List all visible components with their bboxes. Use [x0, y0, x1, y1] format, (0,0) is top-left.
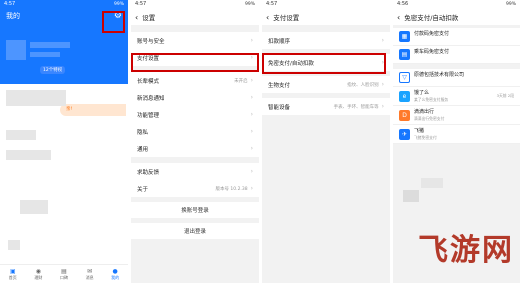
list-item[interactable]: D 滴滴出行 滴滴出行免密支付 — [393, 106, 520, 125]
didi-icon: D — [399, 109, 410, 121]
screenshot-root: 4:57 99% 我的 ⚙ 12个特权 亲! ▣ 首页 ◉ 理财 ▤ 口碑 ✉ … — [0, 0, 520, 283]
tab-home[interactable]: ▣ 首页 — [9, 268, 17, 281]
nav-bar: ‹ 免密支付/自动扣款 — [393, 9, 520, 25]
panel-my-page: 4:57 99% 我的 ⚙ 12个特权 亲! ▣ 首页 ◉ 理财 ▤ 口碑 ✉ … — [0, 0, 128, 283]
chevron-right-icon: › — [250, 94, 253, 101]
status-bar: 4:57 99% — [0, 0, 128, 9]
status-bar: 4:56 99% — [393, 0, 520, 9]
tab-messages[interactable]: ✉ 消息 — [86, 268, 94, 281]
fliggy-icon: ✈ — [399, 128, 410, 140]
list-item[interactable]: ✈ 飞猪 飞猪免密支付 — [393, 125, 520, 144]
settings-item-features[interactable]: 功能管理 › — [131, 106, 259, 123]
promo-badge: 亲! — [66, 107, 73, 112]
qr-code-icon: ▦ — [399, 31, 410, 42]
panel-payment-settings: 4:57 ‹ 支付设置 扣款顺序 › 免密支付/自动扣款 › 生物支付 指纹、人脸识别… — [262, 0, 390, 283]
company-logo-icon: ▽ — [399, 72, 410, 83]
chevron-right-icon: › — [250, 111, 253, 118]
eleme-icon: e — [399, 90, 410, 102]
promo-banner[interactable]: 亲! — [60, 104, 126, 116]
top-services-list: ▦ 付款码免密支付 ▤ 乘车码免密支付 — [393, 28, 520, 64]
highlight-settings — [102, 11, 125, 33]
mine-icon: ● — [112, 267, 118, 275]
switch-account-button[interactable]: 换账号登录 — [131, 202, 259, 218]
highlight-payment-settings — [131, 53, 259, 72]
chevron-right-icon: › — [381, 103, 384, 110]
settings-item-help[interactable]: 求助反馈 › — [131, 163, 259, 180]
chevron-right-icon: › — [250, 145, 253, 152]
chevron-right-icon: › — [250, 128, 253, 135]
highlight-password-free — [262, 53, 386, 74]
nav-bar: ‹ 设置 — [131, 9, 259, 25]
page-title: 设置 — [142, 14, 156, 22]
site-watermark: 飞游网 — [418, 233, 514, 268]
settings-item-about[interactable]: 关于 版本号 10.2.38 › — [131, 180, 259, 197]
settings-item-account[interactable]: 账号与安全 › — [131, 32, 259, 49]
status-time: 4:57 — [135, 1, 147, 7]
settings-item-privacy[interactable]: 隐私 › — [131, 123, 259, 140]
tab-finance[interactable]: ◉ 理财 — [34, 268, 42, 281]
back-arrow-icon[interactable]: ‹ — [397, 13, 400, 22]
payment-item-order[interactable]: 扣款顺序 › — [262, 32, 390, 49]
tab-mine[interactable]: ● 我的 — [111, 268, 119, 281]
status-battery: 99% — [244, 2, 255, 7]
status-time: 4:57 — [4, 1, 16, 7]
chevron-right-icon: › — [381, 81, 384, 88]
panel-settings: 4:57 99% ‹ 设置 账号与安全 › 支付设置 › 长辈模式 未开启 › 新消息通… — [131, 0, 259, 283]
status-time: 4:57 — [266, 1, 278, 7]
privilege-label[interactable]: 12个特权 — [43, 68, 62, 73]
profile-card: 12个特权 — [0, 36, 128, 84]
list-item[interactable]: ▤ 乘车码免密支付 — [393, 46, 520, 64]
bus-icon: ▤ — [399, 49, 410, 60]
list-item[interactable]: e 饿了么 某了么免密支付服务 3天前 2段 — [393, 87, 520, 106]
home-icon: ▣ — [9, 267, 16, 275]
status-time: 4:56 — [397, 1, 409, 7]
authorized-apps-list: ▽ 原德包括技术有限公司 e 饿了么 某了么免密支付服务 3天前 2段 D 滴滴出… — [393, 69, 520, 144]
chevron-right-icon: › — [250, 168, 253, 175]
page-title: 我的 — [6, 12, 20, 20]
page-title: 免密支付/自动扣款 — [404, 14, 459, 22]
status-bar: 4:57 — [262, 0, 390, 9]
logout-button[interactable]: 退出登录 — [131, 223, 259, 239]
status-battery: 99% — [113, 2, 124, 7]
settings-item-elder-mode[interactable]: 长辈模式 未开启 › — [131, 72, 259, 89]
payment-item-devices[interactable]: 智能设备 手表、手环、智能车等 › — [262, 98, 390, 115]
finance-icon: ◉ — [35, 267, 42, 275]
koubei-icon: ▤ — [61, 267, 67, 275]
chevron-right-icon: › — [250, 185, 253, 192]
back-arrow-icon[interactable]: ‹ — [135, 13, 138, 22]
payment-item-biometric[interactable]: 生物支付 指纹、人脸识别 › — [262, 76, 390, 93]
messages-icon: ✉ — [87, 267, 93, 275]
status-battery: 99% — [505, 2, 516, 7]
settings-item-notifications[interactable]: 新消息通知 › — [131, 89, 259, 106]
status-bar: 4:57 99% — [131, 0, 259, 9]
page-title: 支付设置 — [273, 14, 300, 22]
list-item[interactable]: ▦ 付款码免密支付 — [393, 28, 520, 46]
chevron-right-icon: › — [381, 37, 384, 44]
chevron-right-icon: › — [250, 77, 253, 84]
settings-item-general[interactable]: 通用 › — [131, 140, 259, 157]
list-item[interactable]: ▽ 原德包括技术有限公司 — [393, 69, 520, 87]
tab-koubei[interactable]: ▤ 口碑 — [60, 268, 68, 281]
chevron-right-icon: › — [250, 37, 253, 44]
nav-bar: ‹ 支付设置 — [262, 9, 390, 25]
bottom-tab-bar: ▣ 首页 ◉ 理财 ▤ 口碑 ✉ 消息 ● 我的 — [0, 264, 128, 283]
back-arrow-icon[interactable]: ‹ — [266, 13, 269, 22]
